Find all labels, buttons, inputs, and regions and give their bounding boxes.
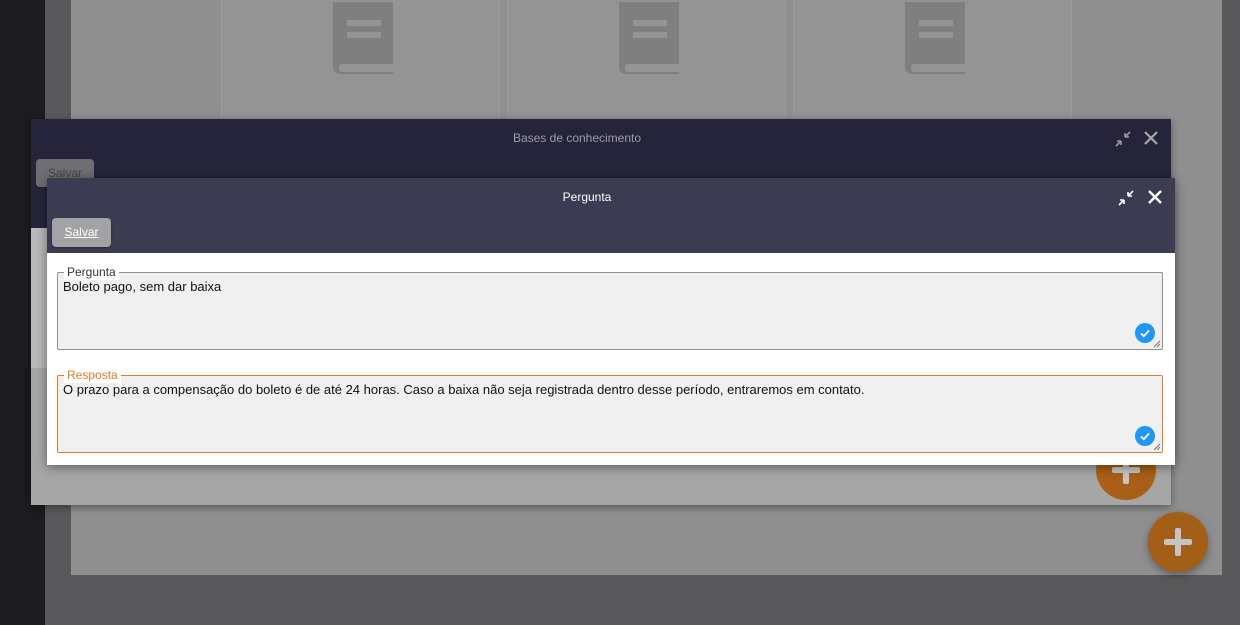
book-icon	[333, 2, 395, 74]
question-dialog: Pergunta Salvar Pergunta Boleto pago, se…	[47, 178, 1175, 465]
answer-textarea[interactable]: O prazo para a compensação do boleto é d…	[63, 382, 1122, 397]
close-icon[interactable]	[1142, 129, 1160, 147]
question-field[interactable]: Pergunta Boleto pago, sem dar baixa	[57, 264, 1163, 350]
save-button[interactable]: Salvar	[52, 218, 111, 247]
answer-field-label: Resposta	[64, 367, 121, 383]
minimize-icon[interactable]	[1113, 129, 1133, 149]
add-button[interactable]	[1148, 512, 1208, 572]
question-field-label: Pergunta	[64, 264, 119, 280]
knowledge-base-card[interactable]	[793, 0, 1072, 118]
close-icon[interactable]	[1146, 188, 1164, 206]
book-icon	[619, 2, 681, 74]
check-icon	[1135, 323, 1155, 343]
knowledge-base-card[interactable]	[507, 0, 786, 118]
book-icon	[905, 2, 967, 74]
dialog-header: Pergunta Salvar	[47, 178, 1175, 253]
question-textarea[interactable]: Boleto pago, sem dar baixa	[63, 279, 1122, 294]
resize-grip-icon[interactable]	[1153, 340, 1161, 348]
knowledge-base-card[interactable]	[221, 0, 500, 118]
dialog-title: Pergunta	[562, 190, 612, 204]
minimize-icon[interactable]	[1116, 188, 1136, 208]
answer-field[interactable]: Resposta O prazo para a compensação do b…	[57, 367, 1163, 453]
resize-grip-icon[interactable]	[1153, 443, 1161, 451]
dialog-body	[31, 228, 47, 368]
check-icon	[1135, 426, 1155, 446]
dialog-title: Bases de conhecimento	[512, 131, 642, 145]
